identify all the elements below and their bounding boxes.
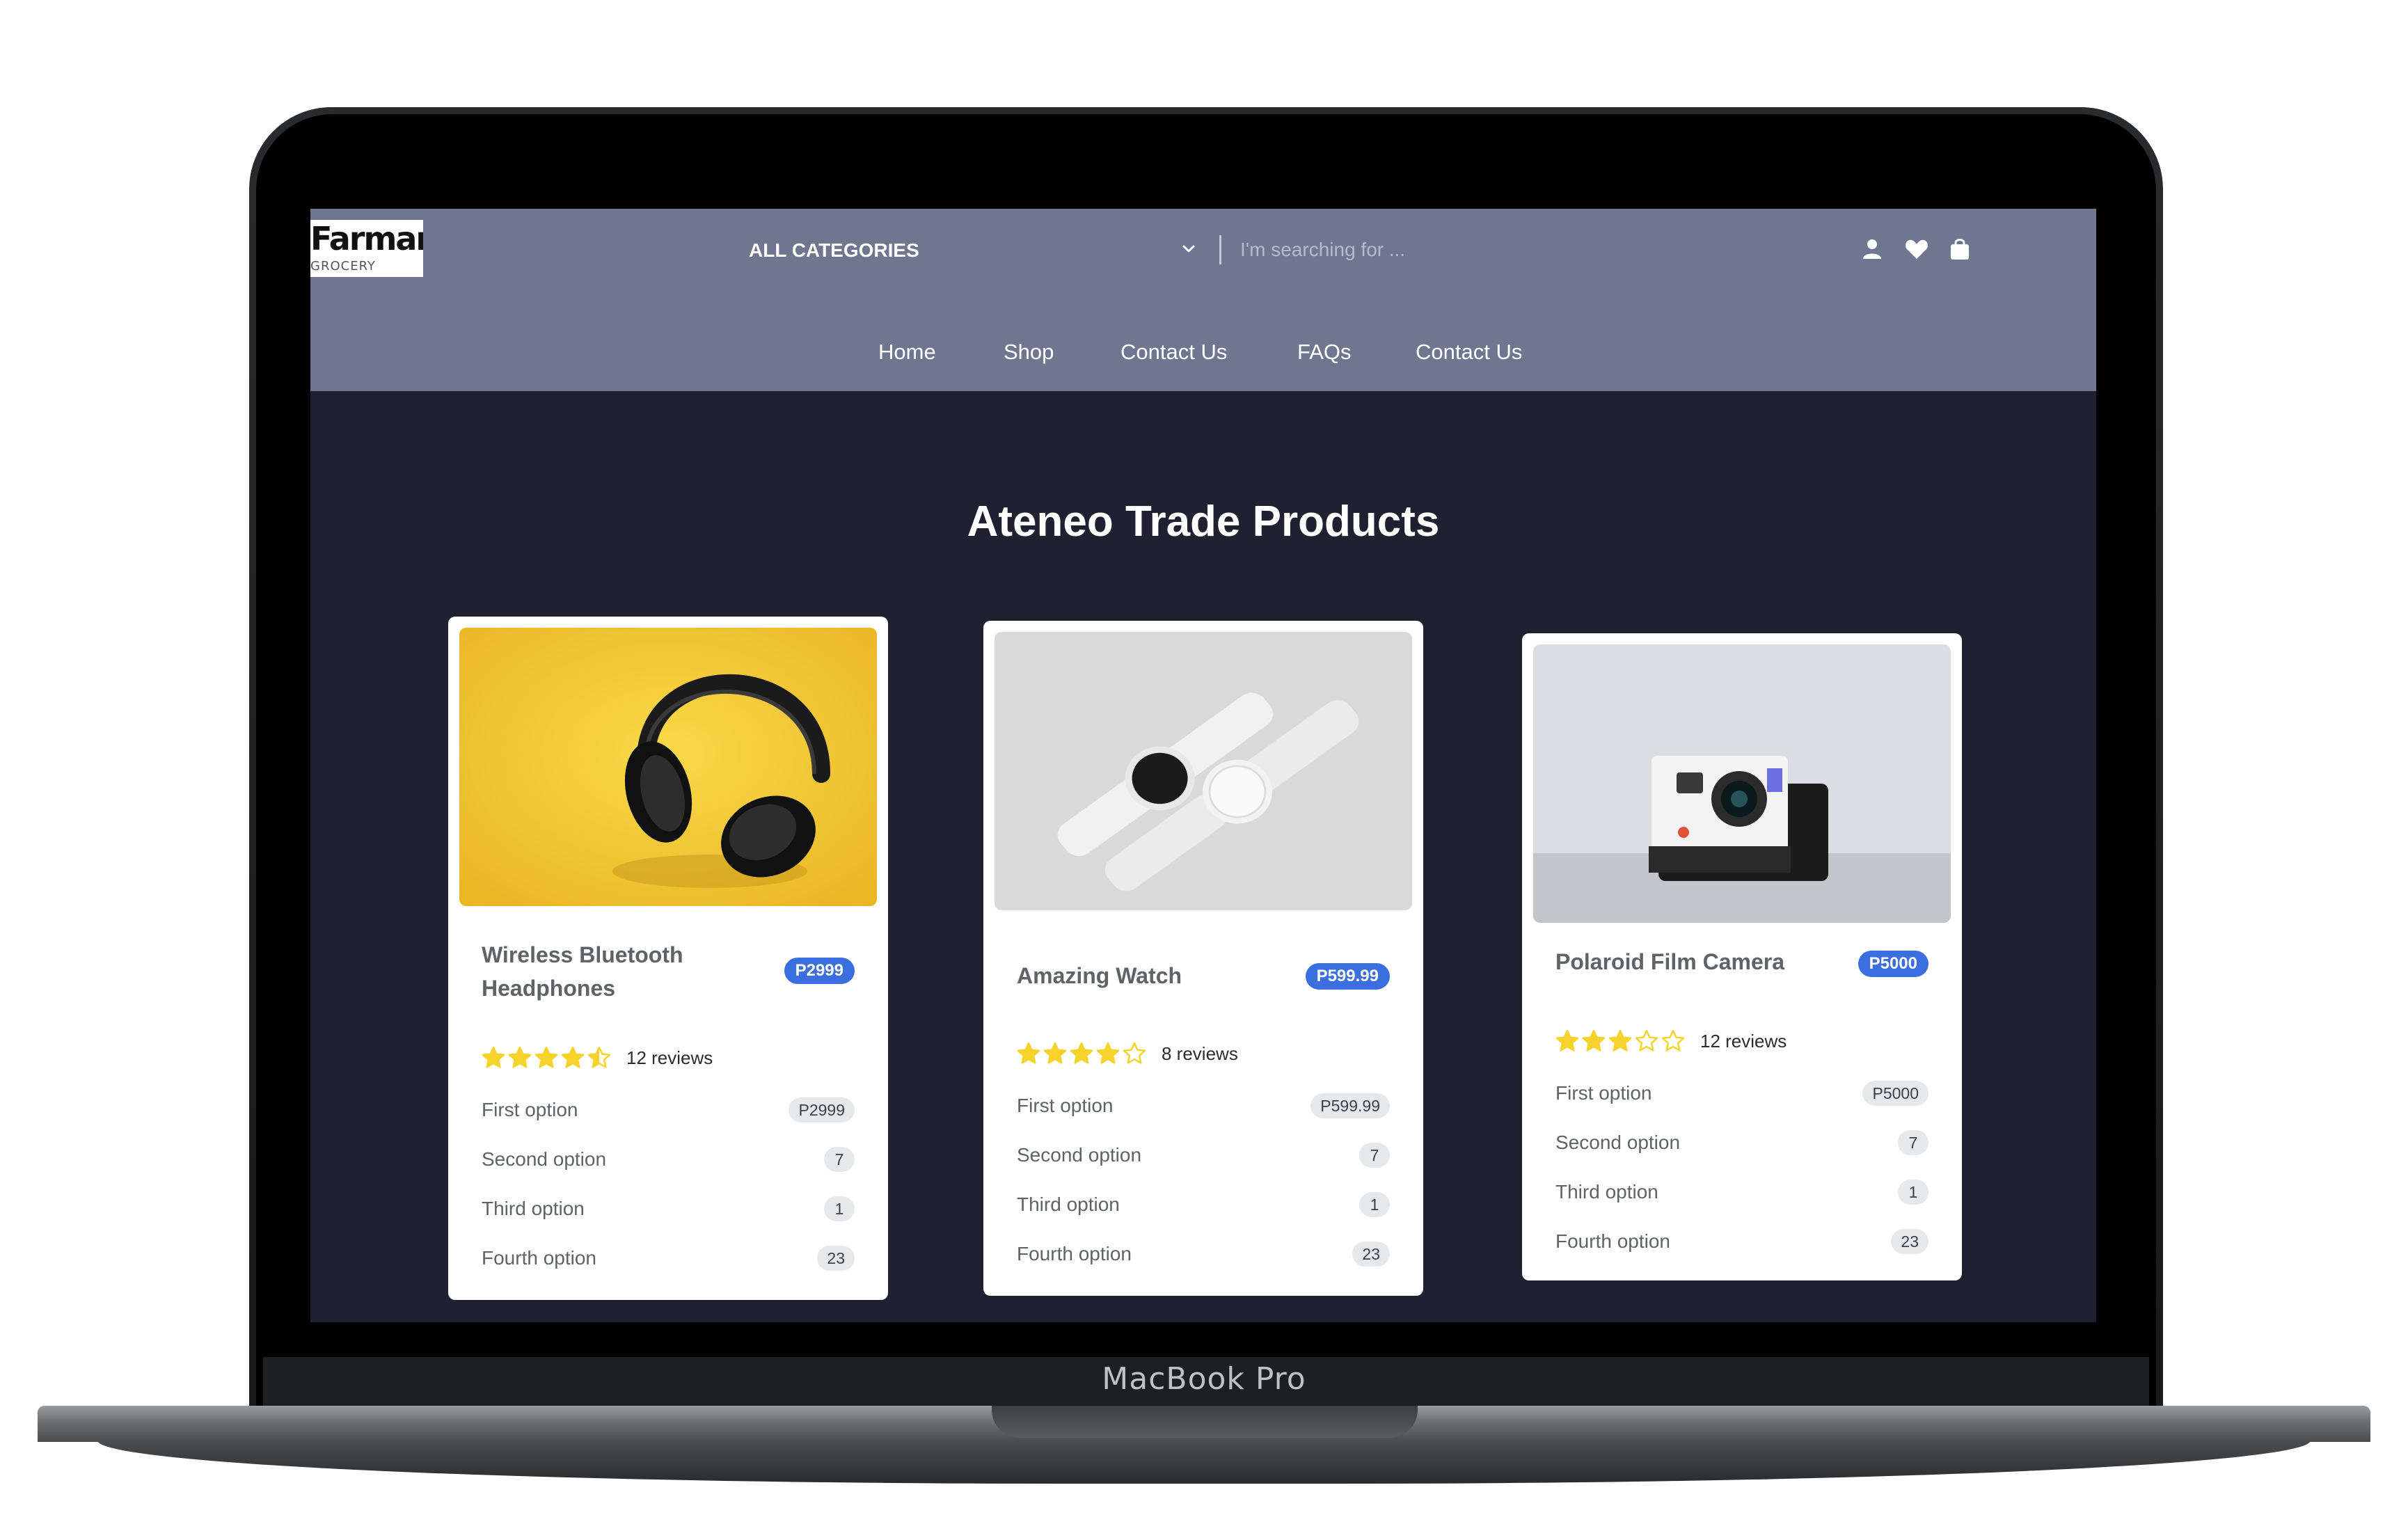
option-row[interactable]: Third option 1 bbox=[1017, 1189, 1390, 1221]
chevron-down-icon[interactable] bbox=[1180, 241, 1197, 257]
option-label: Fourth option bbox=[1017, 1243, 1132, 1264]
option-row[interactable]: First option P5000 bbox=[1555, 1077, 1928, 1109]
option-label: First option bbox=[1555, 1082, 1652, 1104]
screen: Farmart GROCERY ALL CATEGORIES Home Shop… bbox=[310, 209, 2096, 1322]
smart-watch-icon bbox=[995, 632, 1412, 910]
star-half-icon bbox=[587, 1046, 611, 1068]
star-filled-icon bbox=[534, 1046, 558, 1068]
user-icon[interactable] bbox=[1860, 237, 1885, 262]
page-title: Ateneo Trade Products bbox=[967, 498, 1440, 546]
option-badge: 23 bbox=[1891, 1229, 1928, 1254]
option-row[interactable]: Third option 1 bbox=[1555, 1176, 1928, 1208]
price-badge: P5000 bbox=[1858, 951, 1928, 977]
star-filled-icon bbox=[561, 1046, 585, 1068]
option-label: Second option bbox=[1555, 1132, 1681, 1153]
star-empty-icon bbox=[1661, 1029, 1685, 1052]
rating: 12 reviews bbox=[482, 1044, 713, 1072]
option-label: First option bbox=[1017, 1095, 1114, 1116]
product-title[interactable]: Polaroid Film Camera bbox=[1555, 945, 1834, 978]
option-badge: 1 bbox=[1898, 1180, 1928, 1205]
star-filled-icon bbox=[1555, 1029, 1579, 1052]
option-badge: 7 bbox=[1898, 1130, 1928, 1155]
option-badge: 1 bbox=[1359, 1192, 1390, 1217]
product-image-headphones[interactable] bbox=[459, 628, 877, 906]
price-badge: P2999 bbox=[784, 958, 855, 984]
star-rating bbox=[482, 1046, 614, 1070]
option-badge: 23 bbox=[1352, 1242, 1390, 1267]
option-label: Third option bbox=[1555, 1181, 1658, 1203]
option-label: Fourth option bbox=[1555, 1230, 1670, 1252]
product-card-headphones[interactable]: Wireless Bluetooth Headphones P2999 12 r… bbox=[448, 617, 888, 1300]
star-filled-icon bbox=[1070, 1042, 1093, 1064]
star-rating bbox=[1017, 1042, 1149, 1065]
review-count[interactable]: 8 reviews bbox=[1162, 1040, 1238, 1068]
product-image-watch[interactable] bbox=[995, 632, 1412, 910]
option-badge: 1 bbox=[824, 1196, 855, 1221]
option-row[interactable]: First option P599.99 bbox=[1017, 1090, 1390, 1122]
polaroid-camera-icon bbox=[1533, 644, 1951, 923]
star-filled-icon bbox=[1043, 1042, 1067, 1064]
review-count[interactable]: 12 reviews bbox=[626, 1044, 713, 1072]
category-label: ALL CATEGORIES bbox=[749, 239, 919, 261]
option-label: Second option bbox=[482, 1148, 607, 1170]
review-count[interactable]: 12 reviews bbox=[1700, 1027, 1787, 1055]
option-row[interactable]: Second option 7 bbox=[1017, 1139, 1390, 1171]
nav-contact-us-2[interactable]: Contact Us bbox=[1416, 338, 1522, 366]
option-label: First option bbox=[482, 1099, 578, 1120]
bag-icon[interactable] bbox=[1947, 237, 1972, 262]
option-label: Third option bbox=[1017, 1193, 1120, 1215]
option-row[interactable]: Fourth option 23 bbox=[1555, 1225, 1928, 1258]
option-label: Third option bbox=[482, 1198, 585, 1219]
option-badge: P2999 bbox=[789, 1097, 855, 1123]
star-filled-icon bbox=[1096, 1042, 1120, 1064]
laptop-notch bbox=[992, 1406, 1418, 1438]
product-card-camera[interactable]: Polaroid Film Camera P5000 12 reviews Fi… bbox=[1522, 633, 1962, 1280]
logo-name: Farmart bbox=[310, 220, 423, 257]
nav-contact-us[interactable]: Contact Us bbox=[1120, 338, 1227, 366]
laptop-base-edge bbox=[97, 1441, 2311, 1484]
star-filled-icon bbox=[482, 1046, 505, 1068]
star-filled-icon bbox=[1582, 1029, 1606, 1052]
product-card-watch[interactable]: Amazing Watch P599.99 8 reviews First op… bbox=[983, 621, 1423, 1296]
search-divider bbox=[1219, 235, 1221, 264]
product-image-camera[interactable] bbox=[1533, 644, 1951, 923]
star-filled-icon bbox=[1608, 1029, 1632, 1052]
device-label: MacBook Pro bbox=[1102, 1361, 1306, 1397]
option-badge: 7 bbox=[1359, 1143, 1390, 1168]
star-empty-icon bbox=[1635, 1029, 1658, 1052]
star-rating bbox=[1555, 1029, 1688, 1053]
option-row[interactable]: Fourth option 23 bbox=[1017, 1238, 1390, 1270]
headphones-icon bbox=[459, 628, 877, 906]
logo[interactable]: Farmart GROCERY bbox=[310, 220, 423, 277]
main-nav: Home Shop Contact Us FAQs Contact Us bbox=[310, 338, 2096, 366]
option-badge: 23 bbox=[817, 1246, 855, 1271]
price-badge: P599.99 bbox=[1305, 963, 1390, 990]
option-row[interactable]: Second option 7 bbox=[1555, 1127, 1928, 1159]
option-row[interactable]: Fourth option 23 bbox=[482, 1242, 855, 1274]
star-filled-icon bbox=[1017, 1042, 1040, 1064]
product-title[interactable]: Amazing Watch bbox=[1017, 959, 1295, 992]
nav-shop[interactable]: Shop bbox=[1004, 338, 1054, 366]
rating: 12 reviews bbox=[1555, 1027, 1787, 1055]
option-row[interactable]: First option P2999 bbox=[482, 1094, 855, 1126]
option-label: Second option bbox=[1017, 1144, 1142, 1166]
category-select[interactable]: ALL CATEGORIES bbox=[749, 237, 1208, 264]
option-label: Fourth option bbox=[482, 1247, 596, 1269]
nav-home[interactable]: Home bbox=[878, 338, 936, 366]
search-input[interactable] bbox=[1240, 234, 1769, 266]
product-title[interactable]: Wireless Bluetooth Headphones bbox=[482, 938, 760, 1005]
option-badge: P599.99 bbox=[1310, 1093, 1390, 1118]
star-empty-icon bbox=[1123, 1042, 1146, 1064]
option-badge: 7 bbox=[824, 1147, 855, 1172]
option-badge: P5000 bbox=[1862, 1081, 1928, 1106]
option-row[interactable]: Second option 7 bbox=[482, 1143, 855, 1175]
site-header: Farmart GROCERY ALL CATEGORIES Home Shop… bbox=[310, 209, 2096, 391]
logo-tagline: GROCERY bbox=[310, 259, 376, 273]
option-row[interactable]: Third option 1 bbox=[482, 1193, 855, 1225]
rating: 8 reviews bbox=[1017, 1040, 1238, 1068]
star-filled-icon bbox=[508, 1046, 532, 1068]
heart-icon[interactable] bbox=[1904, 237, 1929, 262]
nav-faqs[interactable]: FAQs bbox=[1297, 338, 1352, 366]
